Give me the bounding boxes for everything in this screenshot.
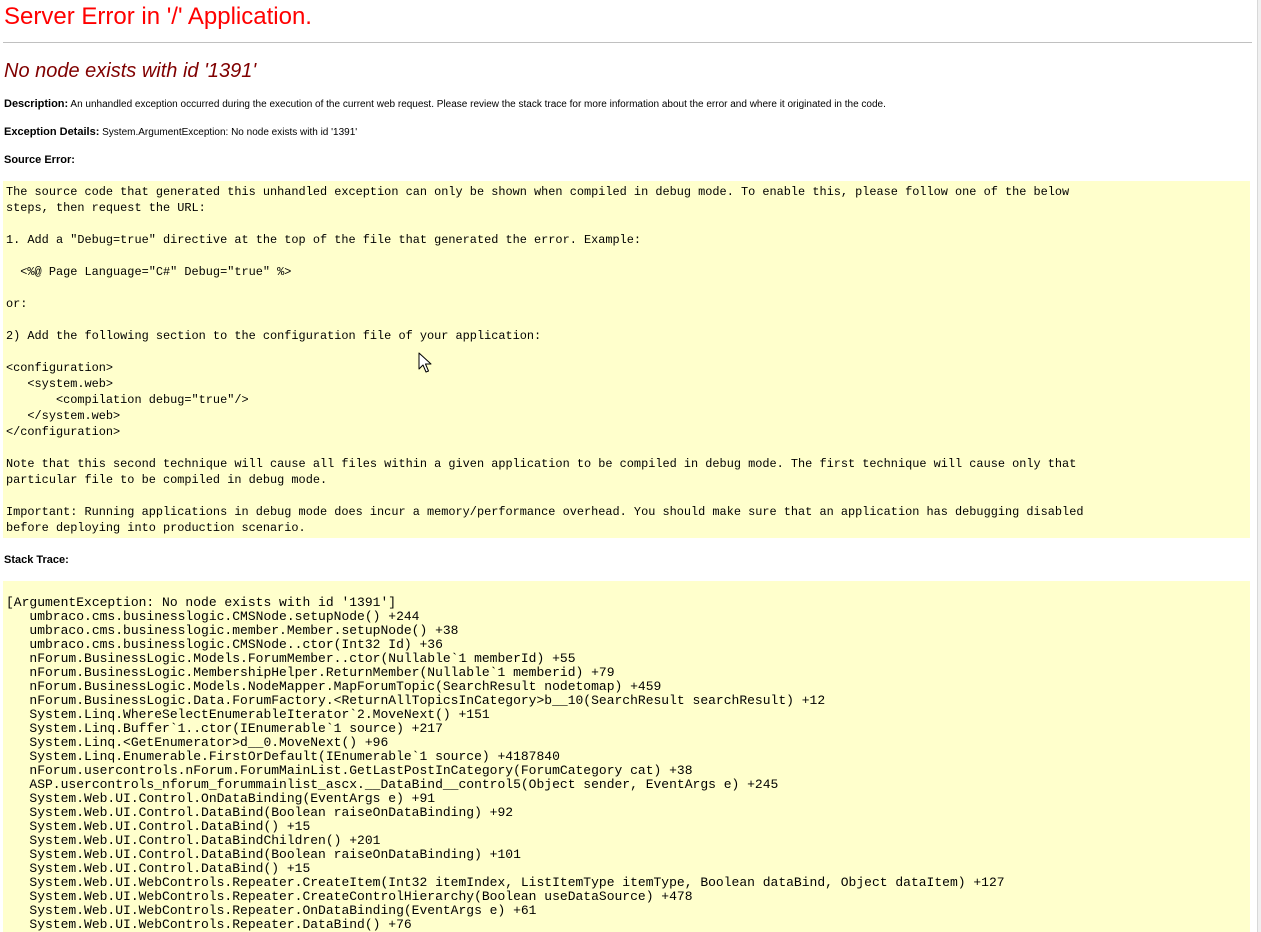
source-error-line: </configuration>: [6, 425, 121, 439]
stack-trace-line: System.Web.UI.WebControls.Repeater.DataB…: [6, 917, 412, 932]
description-row: Description: An unhandled exception occu…: [4, 97, 886, 112]
source-error-line: 2) Add the following section to the conf…: [6, 329, 542, 343]
stack-trace-line: nForum.BusinessLogic.MembershipHelper.Re…: [6, 665, 615, 680]
description-text: An unhandled exception occurred during t…: [70, 99, 886, 110]
stack-trace-line: nForum.BusinessLogic.Models.NodeMapper.M…: [6, 679, 662, 694]
stack-trace-line: System.Linq.WhereSelectEnumerableIterato…: [6, 707, 490, 722]
stack-trace-line: System.Web.UI.Control.DataBind(Boolean r…: [6, 805, 514, 820]
mouse-pointer-icon: [418, 352, 432, 373]
source-error-line: </system.web>: [6, 409, 121, 423]
source-error-line: <system.web>: [6, 377, 114, 391]
exception-details-row: Exception Details: System.ArgumentExcept…: [4, 125, 357, 140]
stack-trace-line: System.Web.UI.Control.OnDataBinding(Even…: [6, 791, 436, 806]
source-error-text: The source code that generated this unha…: [3, 181, 1250, 536]
stack-trace-line: nForum.usercontrols.nForum.ForumMainList…: [6, 763, 693, 778]
source-error-line: steps, then request the URL:: [6, 201, 206, 215]
source-error-label: Source Error:: [4, 154, 75, 166]
source-error-line: particular file to be compiled in debug …: [6, 473, 328, 487]
stack-trace-line: umbraco.cms.businesslogic.member.Member.…: [6, 623, 459, 638]
source-error-line: 1. Add a "Debug=true" directive at the t…: [6, 233, 642, 247]
stack-trace-text: [ArgumentException: No node exists with …: [3, 581, 1250, 932]
source-error-line: Important: Running applications in debug…: [6, 505, 1084, 519]
title-divider: [3, 42, 1252, 43]
source-error-line: or:: [6, 297, 28, 311]
source-error-line: <configuration>: [6, 361, 114, 375]
window-scroll-edge[interactable]: [1257, 0, 1261, 932]
source-error-line: before deploying into production scenari…: [6, 521, 306, 535]
stack-trace-line: System.Web.UI.Control.DataBind() +15: [6, 861, 311, 876]
error-page: Server Error in '/' Application. No node…: [0, 0, 1261, 932]
source-error-line: <compilation debug="true"/>: [6, 393, 249, 407]
exception-details-text: System.ArgumentException: No node exists…: [102, 127, 358, 138]
stack-trace-label: Stack Trace:: [4, 554, 69, 566]
source-error-box: The source code that generated this unha…: [3, 181, 1250, 538]
stack-trace-line: umbraco.cms.businesslogic.CMSNode.setupN…: [6, 609, 420, 624]
source-error-heading: Source Error:: [4, 153, 75, 168]
stack-trace-line: System.Web.UI.Control.DataBind(Boolean r…: [6, 847, 521, 862]
stack-trace-box: [ArgumentException: No node exists with …: [3, 581, 1250, 932]
stack-trace-line: nForum.BusinessLogic.Data.ForumFactory.<…: [6, 693, 826, 708]
stack-trace-line: System.Web.UI.Control.DataBindChildren()…: [6, 833, 381, 848]
stack-trace-heading: Stack Trace:: [4, 553, 69, 568]
stack-trace-line: System.Web.UI.WebControls.Repeater.Creat…: [6, 875, 1005, 890]
stack-trace-line: System.Linq.Buffer`1..ctor(IEnumerable`1…: [6, 721, 443, 736]
description-label: Description:: [4, 98, 69, 110]
source-error-line: The source code that generated this unha…: [6, 185, 1070, 199]
stack-trace-line: umbraco.cms.businesslogic.CMSNode..ctor(…: [6, 637, 443, 652]
error-message: No node exists with id '1391': [4, 60, 257, 82]
stack-trace-line: System.Web.UI.WebControls.Repeater.OnDat…: [6, 903, 537, 918]
stack-trace-line: ASP.usercontrols_nforum_forummainlist_as…: [6, 777, 779, 792]
stack-trace-line: System.Web.UI.WebControls.Repeater.Creat…: [6, 889, 693, 904]
exception-details-label: Exception Details:: [4, 126, 100, 138]
page-title: Server Error in '/' Application.: [4, 3, 312, 30]
source-error-line: <%@ Page Language="C#" Debug="true" %>: [6, 265, 292, 279]
stack-trace-line: nForum.BusinessLogic.Models.ForumMember.…: [6, 651, 576, 666]
stack-trace-line: System.Web.UI.Control.DataBind() +15: [6, 819, 311, 834]
source-error-line: Note that this second technique will cau…: [6, 457, 1077, 471]
stack-trace-line: [ArgumentException: No node exists with …: [6, 595, 397, 610]
stack-trace-line: System.Linq.Enumerable.FirstOrDefault(IE…: [6, 749, 560, 764]
stack-trace-line: System.Linq.<GetEnumerator>d__0.MoveNext…: [6, 735, 389, 750]
